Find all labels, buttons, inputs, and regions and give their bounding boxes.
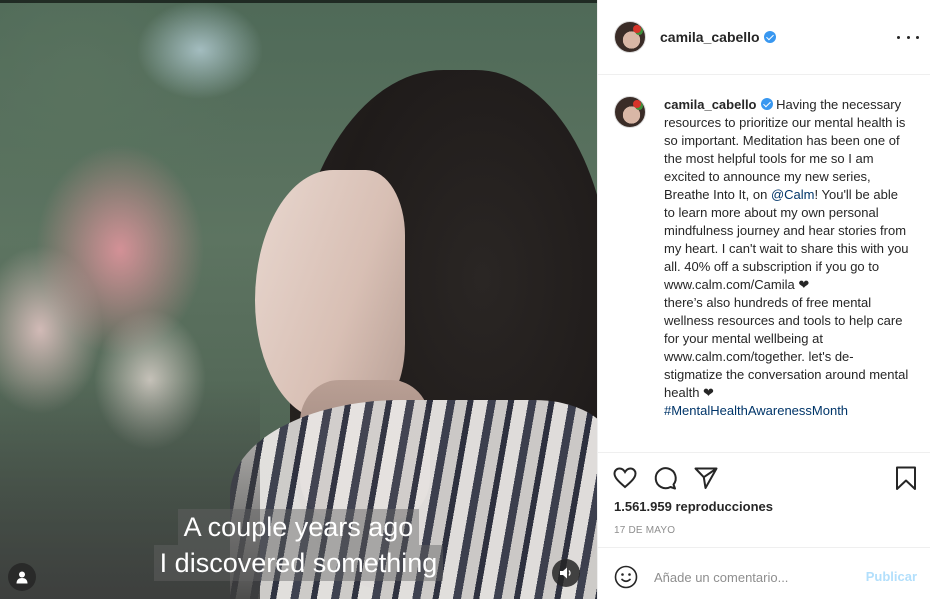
- mute-button[interactable]: [552, 559, 580, 587]
- add-comment-bar: Publicar: [598, 547, 930, 599]
- like-button[interactable]: [612, 465, 638, 491]
- hashtag-link[interactable]: #MentalHealthAwarenessMonth: [664, 403, 848, 418]
- smiley-icon: [614, 565, 638, 589]
- more-options-dot: [906, 35, 910, 39]
- comments-section[interactable]: camila_cabello Having the necessary reso…: [598, 76, 930, 452]
- caption-author-avatar[interactable]: [614, 96, 646, 128]
- publish-button[interactable]: Publicar: [866, 569, 917, 584]
- comment-button[interactable]: [652, 465, 678, 491]
- author-avatar[interactable]: [614, 21, 646, 53]
- share-button[interactable]: [693, 465, 719, 491]
- post-video[interactable]: A couple years ago I discovered somethin…: [0, 0, 597, 599]
- emoji-button[interactable]: [614, 565, 638, 589]
- verified-badge-icon: [763, 31, 776, 43]
- speaker-icon: [560, 567, 571, 579]
- subtitle-line-1: A couple years ago: [177, 509, 420, 545]
- view-count[interactable]: 1.561.959 reproducciones: [614, 499, 773, 514]
- video-subtitles: A couple years ago I discovered somethin…: [0, 509, 597, 581]
- more-options-dot: [916, 35, 919, 39]
- user-icon: [16, 571, 28, 584]
- save-button[interactable]: [893, 465, 919, 491]
- caption-comment: camila_cabello Having the necessary reso…: [614, 96, 915, 420]
- bookmark-icon: [896, 466, 916, 490]
- post-header: camila_cabello: [598, 0, 930, 75]
- mention-link[interactable]: @Calm: [771, 187, 815, 202]
- caption-after-mention: ! You'll be able to learn more about my …: [664, 187, 909, 292]
- tagged-users-button[interactable]: [8, 563, 36, 591]
- subtitle-line-2: I discovered something: [153, 545, 444, 581]
- more-options-icon: [897, 35, 900, 39]
- more-options-button[interactable]: [897, 26, 919, 48]
- comment-input[interactable]: [654, 562, 854, 592]
- caption-line-2: there’s also hundreds of free mental wel…: [664, 295, 909, 400]
- heart-icon: [613, 467, 637, 489]
- verified-badge-icon: [760, 98, 773, 110]
- post-date[interactable]: 17 DE MAYO: [614, 525, 675, 536]
- caption-text: camila_cabello Having the necessary reso…: [664, 96, 909, 420]
- comment-icon: [654, 467, 677, 490]
- send-icon: [694, 467, 718, 489]
- caption-username[interactable]: camila_cabello: [664, 97, 757, 112]
- author-username-link[interactable]: camila_cabello: [660, 29, 776, 45]
- author-username[interactable]: camila_cabello: [660, 29, 760, 45]
- post-side-panel: camila_cabello camila_cabello Having the…: [597, 0, 930, 599]
- post-actions: 1.561.959 reproducciones 17 DE MAYO: [598, 452, 930, 547]
